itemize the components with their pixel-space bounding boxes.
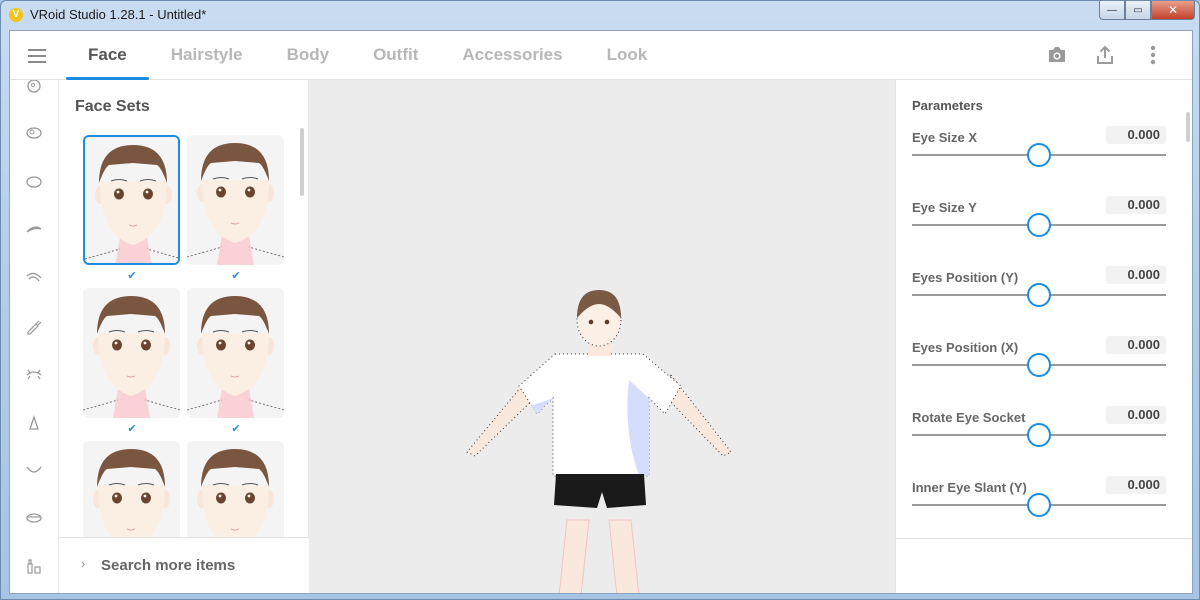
parameter-value-input[interactable] (1106, 266, 1166, 284)
export-icon[interactable] (1094, 43, 1116, 67)
tab-face[interactable]: Face (66, 31, 149, 80)
parameter-slider[interactable] (912, 283, 1166, 307)
maximize-button[interactable]: ▭ (1125, 1, 1151, 20)
3d-viewport[interactable] (309, 80, 895, 594)
face-sets-title: Face Sets (75, 98, 150, 115)
parameter-value-input[interactable] (1106, 406, 1166, 424)
category-tabs: Face Hairstyle Body Outfit Accessories L… (66, 31, 669, 80)
lips-icon[interactable] (22, 506, 46, 530)
parameter-slider[interactable] (912, 143, 1166, 167)
parameter-slider[interactable] (912, 213, 1166, 237)
face-set-thumbnail (83, 441, 180, 537)
face-sets-grid[interactable]: ✔ ✔ ✔ ✔ (83, 135, 293, 537)
tab-outfit[interactable]: Outfit (351, 31, 440, 80)
parameter-value-input[interactable] (1106, 476, 1166, 494)
close-button[interactable]: ✕ (1151, 1, 1195, 20)
check-icon: ✔ (231, 423, 241, 435)
parameter-value-input[interactable] (1106, 126, 1166, 144)
window-title: VRoid Studio 1.28.1 - Untitled* (30, 7, 207, 22)
top-bar: Face Hairstyle Body Outfit Accessories L… (10, 31, 1192, 80)
check-icon: ✔ (231, 270, 241, 282)
nose-icon[interactable] (22, 411, 46, 435)
avatar-model[interactable] (459, 280, 749, 594)
face-set-5[interactable] (83, 441, 180, 537)
app-client: Face Hairstyle Body Outfit Accessories L… (9, 30, 1193, 594)
parameters-panel: Parameters Eye Size XEye Size YEyes Posi… (895, 80, 1192, 593)
parameters-scrollbar[interactable] (1186, 112, 1190, 142)
app-window: V VRoid Studio 1.28.1 - Untitled* — ▭ ✕ … (0, 0, 1200, 600)
face-set-thumbnail (83, 288, 180, 418)
parameter-row: Eyes Position (X) (912, 336, 1166, 410)
eyelid-icon[interactable] (22, 265, 46, 289)
slider-thumb[interactable] (1027, 353, 1051, 377)
face-set-thumbnail (187, 135, 284, 265)
face-set-2[interactable] (187, 135, 284, 265)
search-more-items-button[interactable]: › Search more items (59, 537, 309, 593)
title-bar[interactable]: V VRoid Studio 1.28.1 - Untitled* — ▭ ✕ (1, 1, 1200, 29)
slider-thumb[interactable] (1027, 143, 1051, 167)
divider (896, 538, 1192, 539)
tab-look[interactable]: Look (585, 31, 670, 80)
face-outline-icon[interactable] (22, 80, 46, 98)
minimize-button[interactable]: — (1099, 1, 1125, 20)
tab-accessories[interactable]: Accessories (440, 31, 584, 80)
face-set-4[interactable] (187, 288, 284, 418)
eyeliner-icon[interactable] (22, 314, 46, 338)
parameter-row: Eye Size X (912, 126, 1166, 200)
eyebrow-icon[interactable] (22, 217, 46, 241)
face-set-thumbnail (85, 137, 178, 263)
parameter-value-input[interactable] (1106, 196, 1166, 214)
vroid-logo-icon: V (9, 8, 23, 22)
parameter-row: Eyes Position (Y) (912, 266, 1166, 340)
mouth-icon[interactable] (22, 458, 46, 482)
parameter-value-input[interactable] (1106, 336, 1166, 354)
camera-icon[interactable] (1046, 43, 1068, 67)
parameter-row: Eye Size Y (912, 196, 1166, 270)
parameter-slider[interactable] (912, 423, 1166, 447)
face-sets-panel: Face Sets ✔ ✔ ✔ ✔ › Search more items (59, 80, 309, 593)
eye-icon[interactable] (22, 121, 46, 145)
search-more-label: Search more items (101, 557, 236, 574)
parameter-slider[interactable] (912, 353, 1166, 377)
face-sets-scrollbar[interactable] (300, 128, 304, 196)
slider-thumb[interactable] (1027, 283, 1051, 307)
parameter-row: Rotate Eye Socket (912, 406, 1166, 480)
check-icon: ✔ (127, 270, 137, 282)
eyelash-icon[interactable] (22, 362, 46, 386)
hamburger-icon[interactable] (28, 49, 46, 63)
face-set-1[interactable] (83, 135, 180, 265)
slider-thumb[interactable] (1027, 213, 1051, 237)
chevron-right-icon: › (81, 556, 86, 571)
face-set-thumbnail (187, 441, 284, 537)
slider-thumb[interactable] (1027, 493, 1051, 517)
parameters-title: Parameters (912, 98, 983, 113)
tab-body[interactable]: Body (265, 31, 352, 80)
face-set-3[interactable] (83, 288, 180, 418)
check-icon: ✔ (127, 423, 137, 435)
tab-hairstyle[interactable]: Hairstyle (149, 31, 265, 80)
slider-thumb[interactable] (1027, 423, 1051, 447)
more-vertical-icon[interactable] (1142, 43, 1164, 67)
iris-icon[interactable] (22, 170, 46, 194)
face-set-6[interactable] (187, 441, 284, 537)
makeup-icon[interactable] (22, 554, 46, 578)
face-parts-rail (10, 80, 59, 593)
parameter-slider[interactable] (912, 493, 1166, 517)
face-set-thumbnail (187, 288, 284, 418)
parameter-row: Inner Eye Slant (Y) (912, 476, 1166, 550)
